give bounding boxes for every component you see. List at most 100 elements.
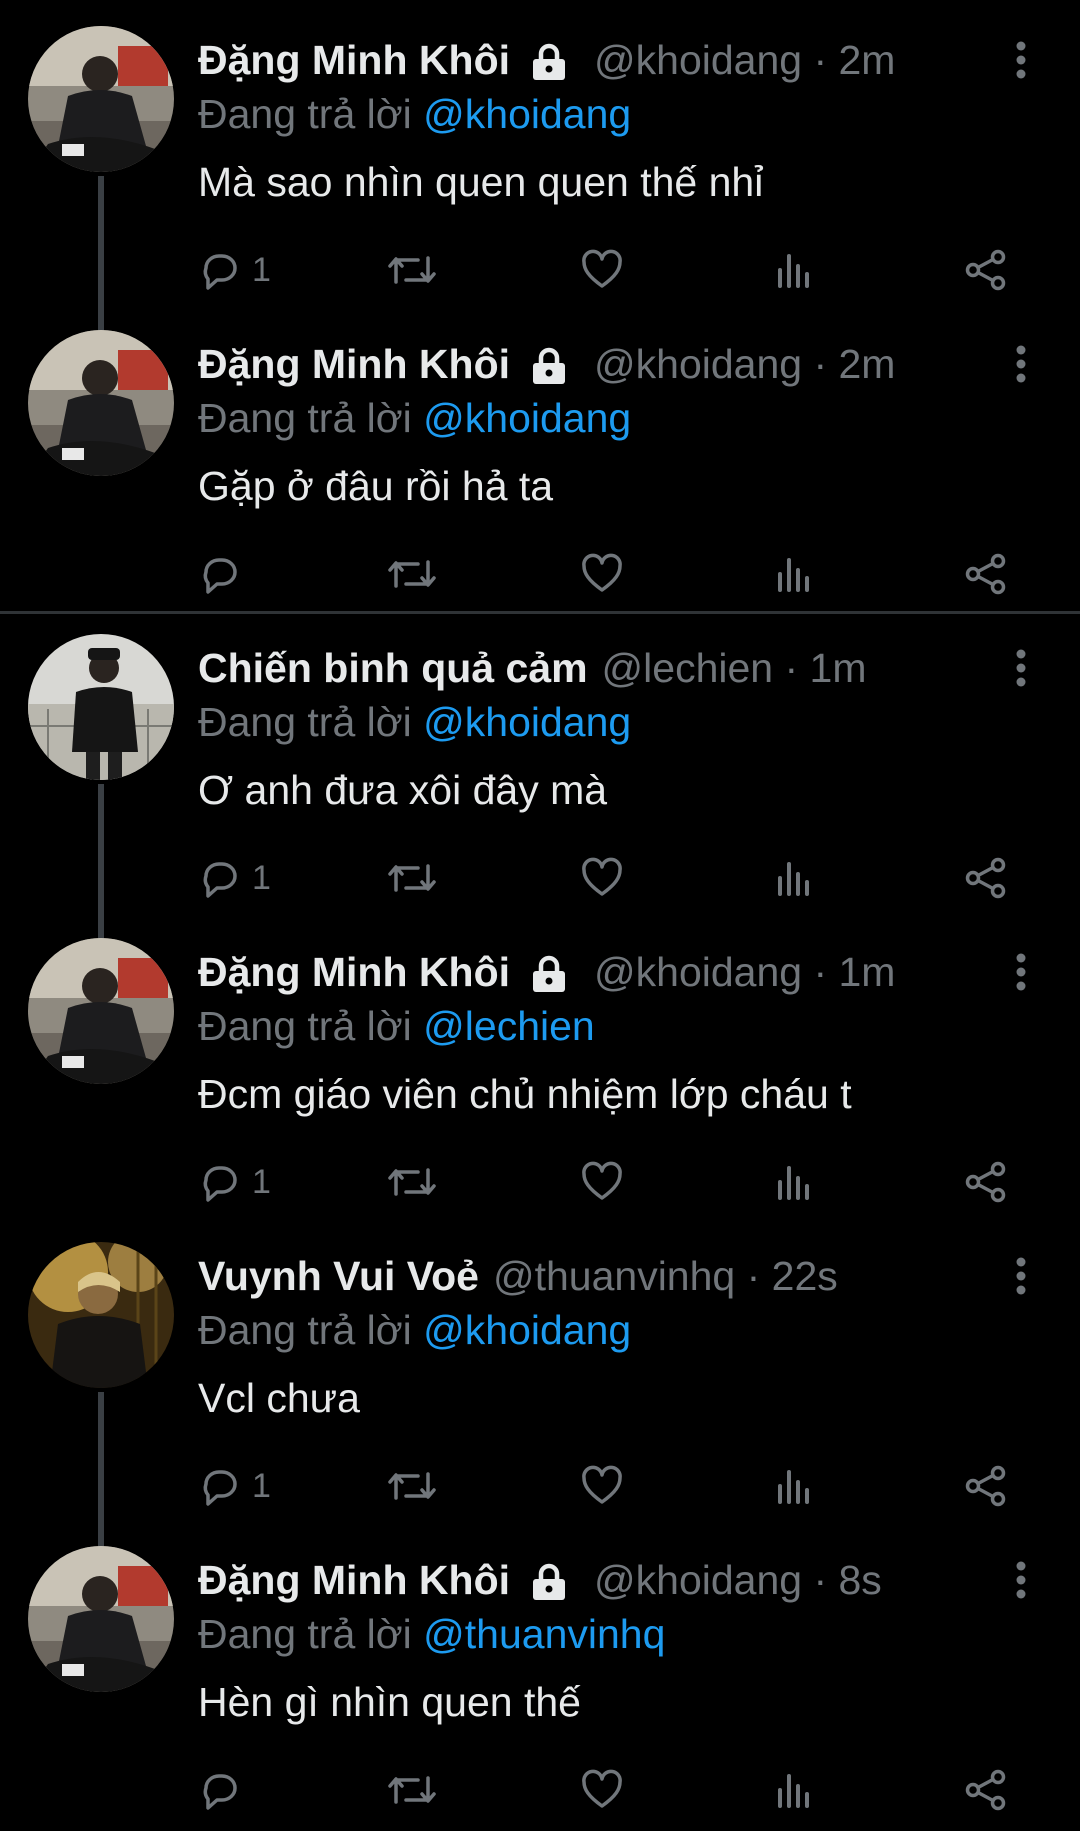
tweet-header: Chiến binh quả cảm @lechien · 1m xyxy=(198,640,867,696)
share-button[interactable] xyxy=(964,240,1008,300)
like-button[interactable] xyxy=(580,1152,624,1212)
avatar[interactable] xyxy=(28,26,174,172)
retweet-button[interactable] xyxy=(386,544,438,604)
mention-link[interactable]: @khoidang xyxy=(423,1307,631,1353)
avatar[interactable] xyxy=(28,330,174,476)
retweet-icon xyxy=(386,1464,438,1508)
mention-link[interactable]: @khoidang xyxy=(423,91,631,137)
display-name[interactable]: Chiến binh quả cảm xyxy=(198,640,588,696)
avatar[interactable] xyxy=(28,1242,174,1388)
replying-to: Đang trả lời @lechien xyxy=(198,998,595,1054)
replying-to: Đang trả lời @khoidang xyxy=(198,390,631,446)
tweet-header: Đặng Minh Khôi @khoidang · 2m xyxy=(198,336,895,392)
share-icon xyxy=(964,248,1008,292)
reply-button[interactable] xyxy=(198,544,252,604)
reply-button[interactable]: 1 xyxy=(198,240,271,300)
display-name[interactable]: Đặng Minh Khôi xyxy=(198,944,510,1000)
share-icon xyxy=(964,856,1008,900)
more-vertical-icon[interactable] xyxy=(1004,1560,1038,1600)
tweet-text: Gặp ở đâu rồi hả ta xyxy=(198,463,554,509)
avatar[interactable] xyxy=(28,1546,174,1692)
retweet-button[interactable] xyxy=(386,1456,438,1516)
tweet-header: Đặng Minh Khôi @khoidang · 1m xyxy=(198,944,895,1000)
handle-and-timestamp[interactable]: @khoidang · 2m xyxy=(594,32,895,88)
reply-icon xyxy=(198,248,242,292)
handle-and-timestamp[interactable]: @khoidang · 8s xyxy=(594,1552,882,1608)
reply-count: 1 xyxy=(252,250,271,289)
reply-count: 1 xyxy=(252,1466,271,1505)
mention-link[interactable]: @khoidang xyxy=(423,699,631,745)
replying-to: Đang trả lời @thuanvinhq xyxy=(198,1606,665,1662)
tweet-actions xyxy=(0,1760,1080,1820)
more-vertical-icon[interactable] xyxy=(1004,344,1038,384)
replying-to-label: Đang trả lời xyxy=(198,1003,412,1049)
views-icon xyxy=(774,248,814,292)
tweet[interactable]: Đặng Minh Khôi @khoidang · 1m Đang trả l… xyxy=(0,912,1080,1216)
replying-to: Đang trả lời @khoidang xyxy=(198,86,631,142)
heart-icon xyxy=(580,1768,624,1812)
tweet[interactable]: Đặng Minh Khôi @khoidang · 2m Đang trả l… xyxy=(0,304,1080,608)
tweet-actions: 1 xyxy=(0,1152,1080,1212)
reply-button[interactable]: 1 xyxy=(198,1456,271,1516)
mention-link[interactable]: @khoidang xyxy=(423,395,631,441)
more-vertical-icon[interactable] xyxy=(1004,952,1038,992)
tweet-header: Vuynh Vui Voẻ @thuanvinhq · 22s xyxy=(198,1248,838,1304)
reply-button[interactable]: 1 xyxy=(198,848,271,908)
reply-button[interactable]: 1 xyxy=(198,1152,271,1212)
retweet-button[interactable] xyxy=(386,848,438,908)
like-button[interactable] xyxy=(580,848,624,908)
tweet[interactable]: Vuynh Vui Voẻ @thuanvinhq · 22s Đang trả… xyxy=(0,1216,1080,1552)
heart-icon xyxy=(580,248,624,292)
share-button[interactable] xyxy=(964,1456,1008,1516)
views-button[interactable] xyxy=(774,544,814,604)
views-button[interactable] xyxy=(774,240,814,300)
like-button[interactable] xyxy=(580,1456,624,1516)
tweet-actions: 1 xyxy=(0,1456,1080,1516)
views-button[interactable] xyxy=(774,1760,814,1820)
share-button[interactable] xyxy=(964,1152,1008,1212)
retweet-button[interactable] xyxy=(386,240,438,300)
share-button[interactable] xyxy=(964,544,1008,604)
views-button[interactable] xyxy=(774,1456,814,1516)
like-button[interactable] xyxy=(580,240,624,300)
display-name[interactable]: Đặng Minh Khôi xyxy=(198,336,510,392)
retweet-icon xyxy=(386,1160,438,1204)
retweet-button[interactable] xyxy=(386,1760,438,1820)
handle-and-timestamp[interactable]: @lechien · 1m xyxy=(602,640,867,696)
handle-and-timestamp[interactable]: @khoidang · 2m xyxy=(594,336,895,392)
mention-link[interactable]: @lechien xyxy=(423,1003,595,1049)
tweet[interactable]: Chiến binh quả cảm @lechien · 1m Đang tr… xyxy=(0,608,1080,944)
share-icon xyxy=(964,1768,1008,1812)
tweet-actions: 1 xyxy=(0,848,1080,908)
more-vertical-icon[interactable] xyxy=(1004,40,1038,80)
tweet-actions xyxy=(0,544,1080,604)
display-name[interactable]: Vuynh Vui Voẻ xyxy=(198,1248,479,1304)
tweet-text: Ơ anh đưa xôi đây mà xyxy=(198,767,608,813)
replying-to-label: Đang trả lời xyxy=(198,91,412,137)
more-vertical-icon[interactable] xyxy=(1004,1256,1038,1296)
handle-and-timestamp[interactable]: @khoidang · 1m xyxy=(594,944,895,1000)
reply-icon xyxy=(198,552,242,596)
tweet[interactable]: Đặng Minh Khôi @khoidang · 2m Đang trả l… xyxy=(0,0,1080,336)
handle-and-timestamp[interactable]: @thuanvinhq · 22s xyxy=(493,1248,838,1304)
share-button[interactable] xyxy=(964,848,1008,908)
like-button[interactable] xyxy=(580,544,624,604)
more-vertical-icon[interactable] xyxy=(1004,648,1038,688)
replying-to-label: Đang trả lời xyxy=(198,1307,412,1353)
retweet-button[interactable] xyxy=(386,1152,438,1212)
reply-button[interactable] xyxy=(198,1760,252,1820)
display-name[interactable]: Đặng Minh Khôi xyxy=(198,32,510,88)
avatar[interactable] xyxy=(28,938,174,1084)
reply-icon xyxy=(198,1160,242,1204)
mention-link[interactable]: @thuanvinhq xyxy=(423,1611,665,1657)
tweet[interactable]: Đặng Minh Khôi @khoidang · 8s Đang trả l… xyxy=(0,1520,1080,1824)
avatar[interactable] xyxy=(28,634,174,780)
replying-to: Đang trả lời @khoidang xyxy=(198,694,631,750)
share-icon xyxy=(964,1160,1008,1204)
share-button[interactable] xyxy=(964,1760,1008,1820)
like-button[interactable] xyxy=(580,1760,624,1820)
display-name[interactable]: Đặng Minh Khôi xyxy=(198,1552,510,1608)
lock-icon xyxy=(530,1560,568,1600)
views-button[interactable] xyxy=(774,848,814,908)
views-button[interactable] xyxy=(774,1152,814,1212)
